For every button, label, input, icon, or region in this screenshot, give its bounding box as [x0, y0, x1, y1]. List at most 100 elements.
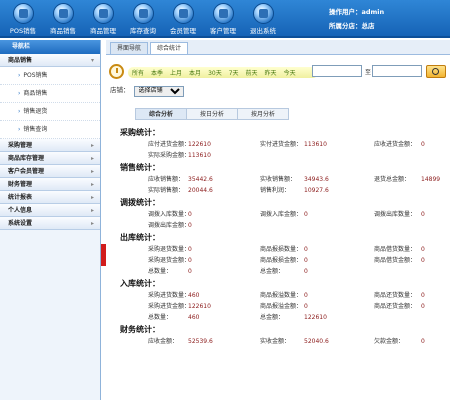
nav-item[interactable]: 退出系统	[243, 0, 283, 38]
stat-label: 商品报溢金额：	[260, 303, 303, 310]
stat-value: 0	[421, 257, 425, 264]
stat-row: 实际采购金额： 113610	[112, 150, 450, 161]
nav-item[interactable]: 客户管理	[203, 0, 243, 38]
sidebar-group[interactable]: 统计报表 ▸	[0, 191, 100, 204]
sidebar-item[interactable]: POS销售	[0, 67, 100, 85]
sidebar-item[interactable]: 销售退货	[0, 103, 100, 121]
sidebar-group-label: 统计报表	[8, 194, 33, 201]
sidebar-group[interactable]: 系统设置 ▸	[0, 217, 100, 230]
subtab-monthly[interactable]: 按月分析	[237, 108, 289, 120]
stat-label: 商品还货金额：	[374, 303, 417, 310]
customer-icon	[212, 3, 234, 24]
stat-row: 调拨出库金额： 0	[112, 220, 450, 231]
stat-label: 调拨出库金额：	[148, 222, 191, 229]
quick-range-link[interactable]: 7天	[229, 68, 239, 77]
chevron-icon: ▸	[90, 220, 94, 227]
member-icon	[172, 3, 194, 24]
stat-row: 实际销售额： 20044.6 销售利润： 10927.6	[112, 185, 450, 196]
stat-label: 退货总金额：	[374, 176, 411, 183]
store-select[interactable]: 选择店铺	[133, 85, 184, 97]
subtab-overall[interactable]: 综合分析	[135, 108, 187, 120]
sidebar-group[interactable]: 个人信息 ▸	[0, 204, 100, 217]
stat-value: 0	[188, 268, 192, 275]
sidebar-group-label: 财务管理	[8, 181, 33, 188]
stat-row: 应付进货金额： 122610 实付进货金额： 113610 应收进货金额： 0	[112, 139, 450, 150]
sidebar-group[interactable]: 商品库存管理 ▸	[0, 152, 100, 165]
stat-value: 0	[304, 211, 308, 218]
sidebar: 导航栏 商品销售▾POS销售商品销售销售退货销售查询采购管理▸ 商品库存管理 ▸ 客户…	[0, 40, 101, 400]
stat-value: 0	[188, 246, 192, 253]
stat-label: 实际采购金额：	[148, 152, 191, 159]
tab-stats[interactable]: 综合统计	[150, 42, 189, 54]
store-label: 店铺：	[110, 86, 130, 94]
stat-value: 20044.6	[188, 187, 213, 194]
nav-item[interactable]: 商品销售	[43, 0, 83, 38]
subtab-daily[interactable]: 按日分析	[186, 108, 238, 120]
sidebar-group[interactable]: 财务管理 ▸	[0, 178, 100, 191]
date-filter: 所有 本季 上月 本月 30天 7天 前天 昨天 今天 至	[106, 60, 450, 82]
stat-value: 10927.6	[304, 187, 329, 194]
nav-item[interactable]: 会员管理	[163, 0, 203, 38]
stat-value: 0	[304, 257, 308, 264]
sales-icon	[52, 3, 74, 24]
sidebar-group-label: 个人信息	[8, 207, 33, 214]
quick-range-link[interactable]: 昨天	[265, 68, 277, 77]
top-nav: POS销售 商品销售 商品管理 库存查询 会员管理 客户管理 退出系统	[3, 0, 283, 38]
nav-item[interactable]: POS销售	[3, 0, 43, 38]
stat-label: 实际销售额：	[148, 187, 185, 194]
sidebar-title: 导航栏	[0, 40, 100, 54]
quick-range-link[interactable]: 本季	[151, 68, 163, 77]
stat-label: 总数量：	[148, 314, 173, 321]
sidebar-group[interactable]: 客户会员管理 ▸	[0, 165, 100, 178]
quick-range-link[interactable]: 前天	[246, 68, 258, 77]
stat-label: 采购退货数量：	[148, 246, 191, 253]
inventory-icon	[132, 3, 154, 24]
stat-value: 52539.6	[188, 338, 213, 345]
store-filter: 店铺： 选择店铺	[110, 84, 184, 97]
end-date-input[interactable]	[372, 65, 422, 77]
tab-bar: 界面导航 综合统计	[106, 40, 450, 55]
branch-label: 所属分店：	[329, 22, 362, 30]
stat-row: 应收销售额： 35442.6 实收销售额： 34943.6 退货总金额： 14899	[112, 174, 450, 185]
stat-value: 34943.6	[304, 176, 329, 183]
stat-value: 35442.6	[188, 176, 213, 183]
stat-value: 0	[304, 292, 308, 299]
nav-item-label: 商品销售	[50, 27, 76, 35]
quick-range-link[interactable]: 30天	[208, 68, 222, 77]
start-date-input[interactable]	[312, 65, 362, 77]
sidebar-group[interactable]: 采购管理 ▸	[0, 139, 100, 152]
quick-range-link[interactable]: 本月	[189, 68, 201, 77]
quick-range-link[interactable]: 上月	[170, 68, 182, 77]
stat-label: 商品报溢数量：	[260, 292, 303, 299]
sidebar-group[interactable]: 商品销售 ▾	[0, 54, 100, 67]
search-button[interactable]	[426, 65, 446, 78]
stat-value: 122610	[188, 141, 211, 148]
stat-value: 0	[188, 257, 192, 264]
quick-range-link[interactable]: 所有	[132, 68, 144, 77]
chevron-icon: ▸	[90, 181, 94, 188]
stat-label: 总数量：	[148, 268, 173, 275]
nav-item-label: 退出系统	[250, 27, 276, 35]
stat-value: 0	[421, 246, 425, 253]
operator-label: 操作用户：	[329, 8, 362, 16]
chevron-icon: ▸	[90, 155, 94, 162]
date-separator: 至	[365, 69, 372, 76]
nav-item[interactable]: 库存查询	[123, 0, 163, 38]
sidebar-item[interactable]: 商品销售	[0, 85, 100, 103]
section-title: 采购统计：	[120, 128, 160, 137]
sidebar-group-label: 客户会员管理	[8, 168, 45, 175]
sidebar-item[interactable]: 销售查询	[0, 121, 100, 139]
sidebar-group-label: 系统设置	[8, 220, 33, 227]
stat-value: 460	[188, 292, 200, 299]
search-icon	[432, 68, 439, 75]
tab-nav[interactable]: 界面导航	[110, 42, 149, 54]
nav-item-label: 会员管理	[170, 27, 196, 35]
sidebar-group-label: 商品库存管理	[8, 155, 45, 162]
section-title: 出库统计：	[120, 233, 160, 242]
section-title: 入库统计：	[120, 279, 160, 288]
nav-item[interactable]: 商品管理	[83, 0, 123, 38]
quick-range-link[interactable]: 今天	[284, 68, 296, 77]
stat-row: 应收金额： 52539.6 实收金额： 52040.6 欠款金额： 0	[112, 336, 450, 347]
stat-label: 实付进货金额：	[260, 141, 303, 148]
section-title: 财务统计：	[120, 325, 160, 334]
